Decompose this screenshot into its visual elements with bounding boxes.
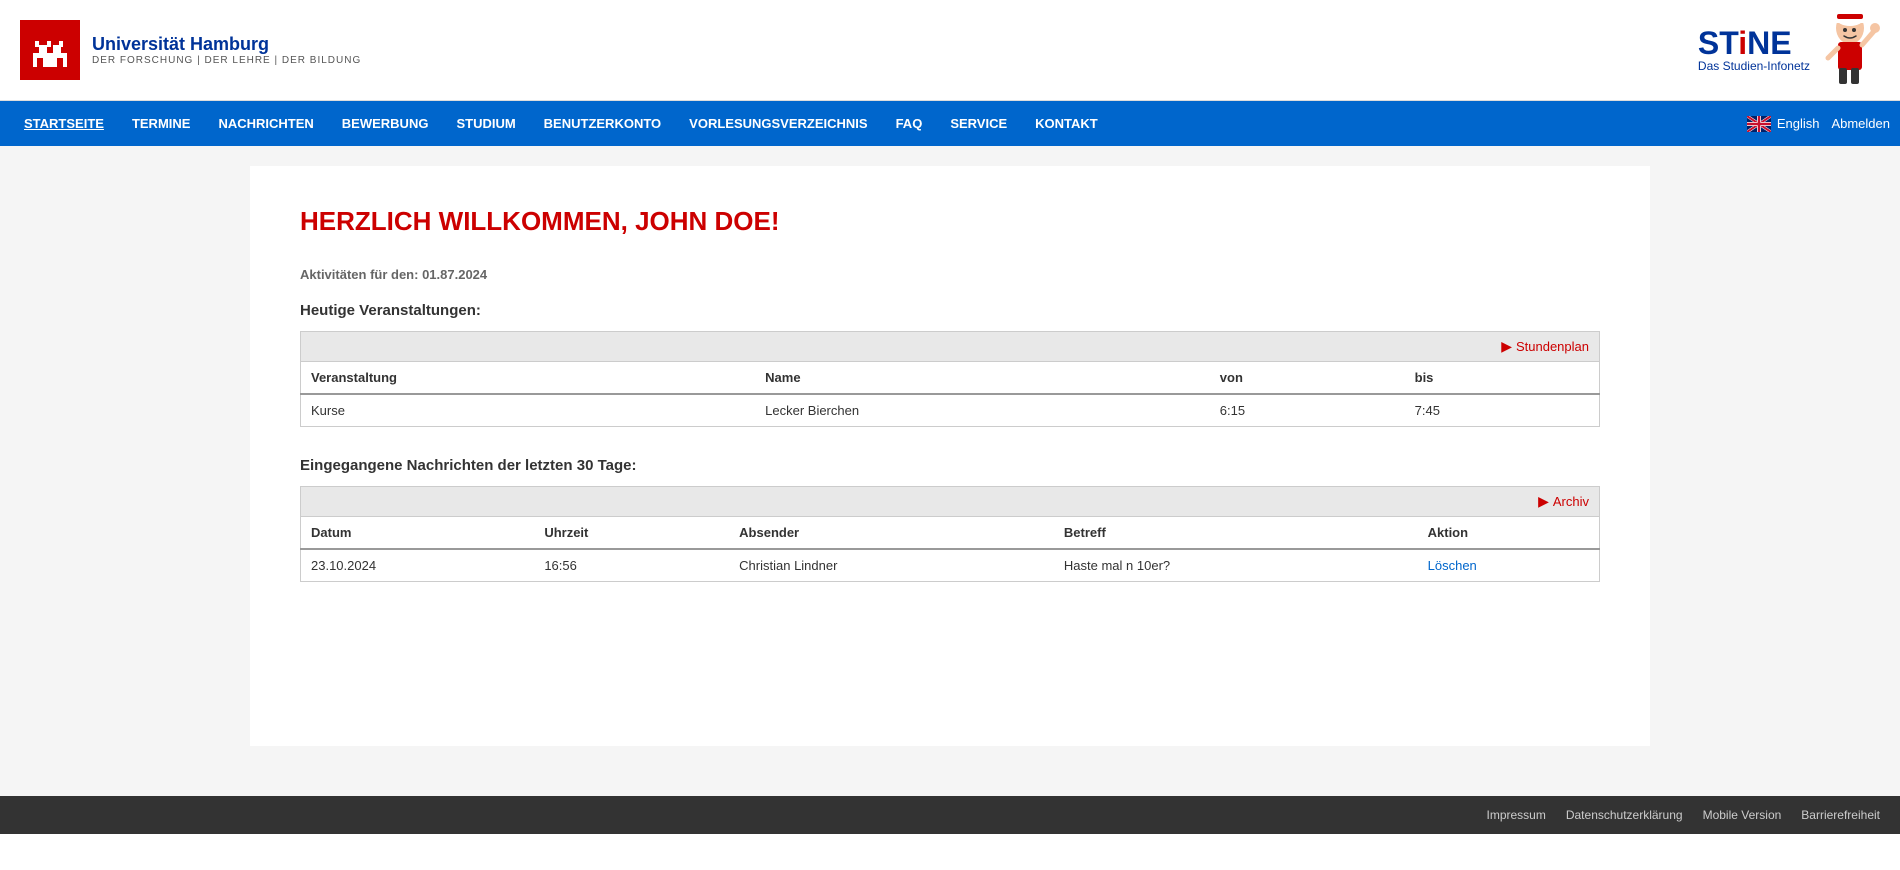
col-uhrzeit: Uhrzeit xyxy=(534,517,729,550)
content-card: HERZLICH WILLKOMMEN, JOHN DOE! Aktivität… xyxy=(250,166,1650,746)
name-cell: Lecker Bierchen xyxy=(755,394,1210,427)
nav-bewerbung[interactable]: BEWERBUNG xyxy=(328,101,443,146)
datum-cell: 23.10.2024 xyxy=(301,549,535,582)
nav-right: English Abmelden xyxy=(1747,116,1890,132)
col-von: von xyxy=(1210,362,1405,395)
university-logo: Universität Hamburg DER FORSCHUNG | DER … xyxy=(20,20,361,80)
footer-impressum[interactable]: Impressum xyxy=(1487,808,1546,822)
nav-termine[interactable]: TERMINE xyxy=(118,101,205,146)
archiv-label: Archiv xyxy=(1553,494,1589,509)
absender-cell: Christian Lindner xyxy=(729,549,1054,582)
aktion-cell[interactable]: Löschen xyxy=(1418,549,1600,582)
stine-branding: STiNE Das Studien-Infonetz xyxy=(1698,10,1880,90)
footer-barriere[interactable]: Barrierefreiheit xyxy=(1801,808,1880,822)
nav-faq[interactable]: FAQ xyxy=(882,101,937,146)
col-bis: bis xyxy=(1405,362,1600,395)
col-absender: Absender xyxy=(729,517,1054,550)
activity-date: Aktivitäten für den: 01.87.2024 xyxy=(300,267,1600,282)
stine-mascot xyxy=(1810,10,1880,90)
nav-nachrichten[interactable]: NACHRICHTEN xyxy=(204,101,327,146)
footer-datenschutz[interactable]: Datenschutzerklärung xyxy=(1566,808,1683,822)
uh-logo-box xyxy=(20,20,80,80)
logout-button[interactable]: Abmelden xyxy=(1831,116,1890,131)
uni-name: Universität Hamburg xyxy=(92,34,361,55)
col-name: Name xyxy=(755,362,1210,395)
nav-kontakt[interactable]: KONTAKT xyxy=(1021,101,1112,146)
nav-items: STARTSEITE TERMINE NACHRICHTEN BEWERBUNG… xyxy=(10,101,1747,146)
messages-section-title: Eingegangene Nachrichten der letzten 30 … xyxy=(300,457,1600,474)
table-row: 23.10.2024 16:56 Christian Lindner Haste… xyxy=(301,549,1600,582)
events-table: Veranstaltung Name von bis Kurse Lecker … xyxy=(300,361,1600,427)
language-label: English xyxy=(1777,116,1820,131)
main-wrapper: HERZLICH WILLKOMMEN, JOHN DOE! Aktivität… xyxy=(0,146,1900,796)
bis-cell: 7:45 xyxy=(1405,394,1600,427)
uhrzeit-cell: 16:56 xyxy=(534,549,729,582)
veranstaltung-cell: Kurse xyxy=(301,394,756,427)
loeschen-link[interactable]: Löschen xyxy=(1428,558,1477,573)
nav-vorlesungsverzeichnis[interactable]: VORLESUNGSVERZEICHNIS xyxy=(675,101,881,146)
stine-title: STiNE xyxy=(1698,27,1792,59)
stundenplan-link[interactable]: ▶ Stundenplan xyxy=(1501,338,1589,355)
arrow-icon-2: ▶ xyxy=(1538,493,1549,510)
stundenplan-label: Stundenplan xyxy=(1516,339,1589,354)
nav-studium[interactable]: STUDIUM xyxy=(442,101,529,146)
stine-logo: STiNE Das Studien-Infonetz xyxy=(1698,27,1810,73)
events-action-bar: ▶ Stundenplan xyxy=(300,331,1600,361)
main-nav: STARTSEITE TERMINE NACHRICHTEN BEWERBUNG… xyxy=(0,101,1900,146)
footer: Impressum Datenschutzerklärung Mobile Ve… xyxy=(0,796,1900,834)
nav-service[interactable]: SERVICE xyxy=(936,101,1021,146)
events-section-title: Heutige Veranstaltungen: xyxy=(300,302,1600,319)
university-name-text: Universität Hamburg DER FORSCHUNG | DER … xyxy=(92,34,361,66)
stine-subtitle: Das Studien-Infonetz xyxy=(1698,59,1810,73)
nav-startseite[interactable]: STARTSEITE xyxy=(10,101,118,146)
flag-icon xyxy=(1747,116,1771,132)
header: Universität Hamburg DER FORSCHUNG | DER … xyxy=(0,0,1900,101)
table-row: Kurse Lecker Bierchen 6:15 7:45 xyxy=(301,394,1600,427)
betreff-cell: Haste mal n 10er? xyxy=(1054,549,1418,582)
von-cell: 6:15 xyxy=(1210,394,1405,427)
welcome-title: HERZLICH WILLKOMMEN, JOHN DOE! xyxy=(300,206,1600,237)
footer-mobile[interactable]: Mobile Version xyxy=(1703,808,1782,822)
messages-table: Datum Uhrzeit Absender Betreff Aktion 23… xyxy=(300,516,1600,582)
col-datum: Datum xyxy=(301,517,535,550)
nav-benutzerkonto[interactable]: BENUTZERKONTO xyxy=(530,101,675,146)
col-betreff: Betreff xyxy=(1054,517,1418,550)
col-veranstaltung: Veranstaltung xyxy=(301,362,756,395)
uni-tagline: DER FORSCHUNG | DER LEHRE | DER BILDUNG xyxy=(92,55,361,66)
arrow-icon: ▶ xyxy=(1501,338,1512,355)
col-aktion: Aktion xyxy=(1418,517,1600,550)
language-selector[interactable]: English xyxy=(1747,116,1820,132)
messages-action-bar: ▶ Archiv xyxy=(300,486,1600,516)
archiv-link[interactable]: ▶ Archiv xyxy=(1538,493,1589,510)
